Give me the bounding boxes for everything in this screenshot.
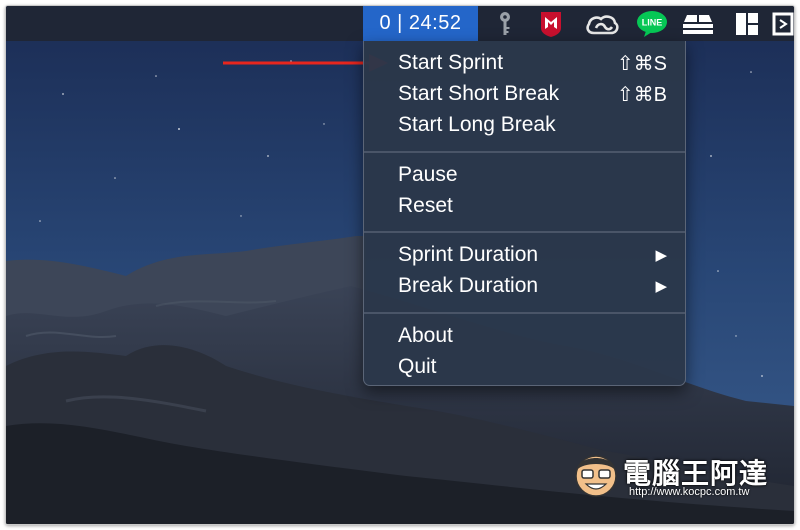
timer-text: 0 | 24:52	[379, 12, 462, 34]
menu-item-reset[interactable]: Reset	[398, 192, 667, 220]
menu-item-quit[interactable]: Quit	[398, 353, 667, 381]
window-icon[interactable]	[772, 6, 794, 41]
menu-separator	[364, 231, 685, 233]
menu-item-label: Break Duration	[398, 274, 539, 297]
menu-item-label: Start Long Break	[398, 113, 556, 136]
menu-item-shortcut: ⇧⌘B	[616, 83, 667, 106]
watermark: 電腦王阿達 http://www.kocpc.com.tw	[571, 446, 781, 506]
menu-item-pause[interactable]: Pause	[398, 161, 667, 189]
creative-cloud-icon[interactable]	[583, 6, 621, 41]
menu-item-label: Quit	[398, 355, 437, 378]
menu-item-sprint-duration[interactable]: Sprint Duration ▶	[398, 241, 667, 269]
menu-item-start-short-break[interactable]: Start Short Break ⇧⌘B	[398, 80, 667, 108]
sprint-timer-status-item[interactable]: 0 | 24:52	[363, 6, 478, 41]
mcafee-icon[interactable]	[535, 6, 567, 41]
stack-icon[interactable]	[679, 6, 717, 41]
menu-item-shortcut: ⇧⌘S	[616, 52, 667, 75]
menu-item-start-sprint[interactable]: Start Sprint ⇧⌘S	[398, 49, 667, 77]
menu-item-label: Reset	[398, 194, 453, 217]
menu-item-label: Start Sprint	[398, 51, 504, 74]
menu-item-about[interactable]: About	[398, 322, 667, 350]
menu-bar: 0 | 24:52 LINE	[6, 6, 794, 41]
menu-item-label: Start Short Break	[398, 82, 560, 105]
menu-item-label: About	[398, 324, 453, 347]
screenshot-frame: 0 | 24:52 LINE Start Sprint ⇧⌘S Start Sh…	[5, 5, 795, 525]
line-label: LINE	[642, 17, 663, 27]
layout-icon[interactable]	[732, 6, 762, 41]
menu-item-break-duration[interactable]: Break Duration ▶	[398, 272, 667, 300]
mascot-icon	[575, 455, 617, 497]
watermark-url: http://www.kocpc.com.tw	[629, 486, 750, 498]
menu-separator	[364, 151, 685, 153]
menu-separator	[364, 312, 685, 314]
key-icon[interactable]	[492, 6, 518, 41]
submenu-arrow-icon: ▶	[655, 247, 667, 264]
menu-item-label: Pause	[398, 163, 458, 186]
menu-item-label: Sprint Duration	[398, 243, 539, 266]
app-dropdown-menu: Start Sprint ⇧⌘S Start Short Break ⇧⌘B S…	[363, 41, 686, 386]
submenu-arrow-icon: ▶	[655, 278, 667, 295]
line-icon[interactable]: LINE	[634, 6, 670, 41]
menu-item-start-long-break[interactable]: Start Long Break	[398, 111, 667, 139]
